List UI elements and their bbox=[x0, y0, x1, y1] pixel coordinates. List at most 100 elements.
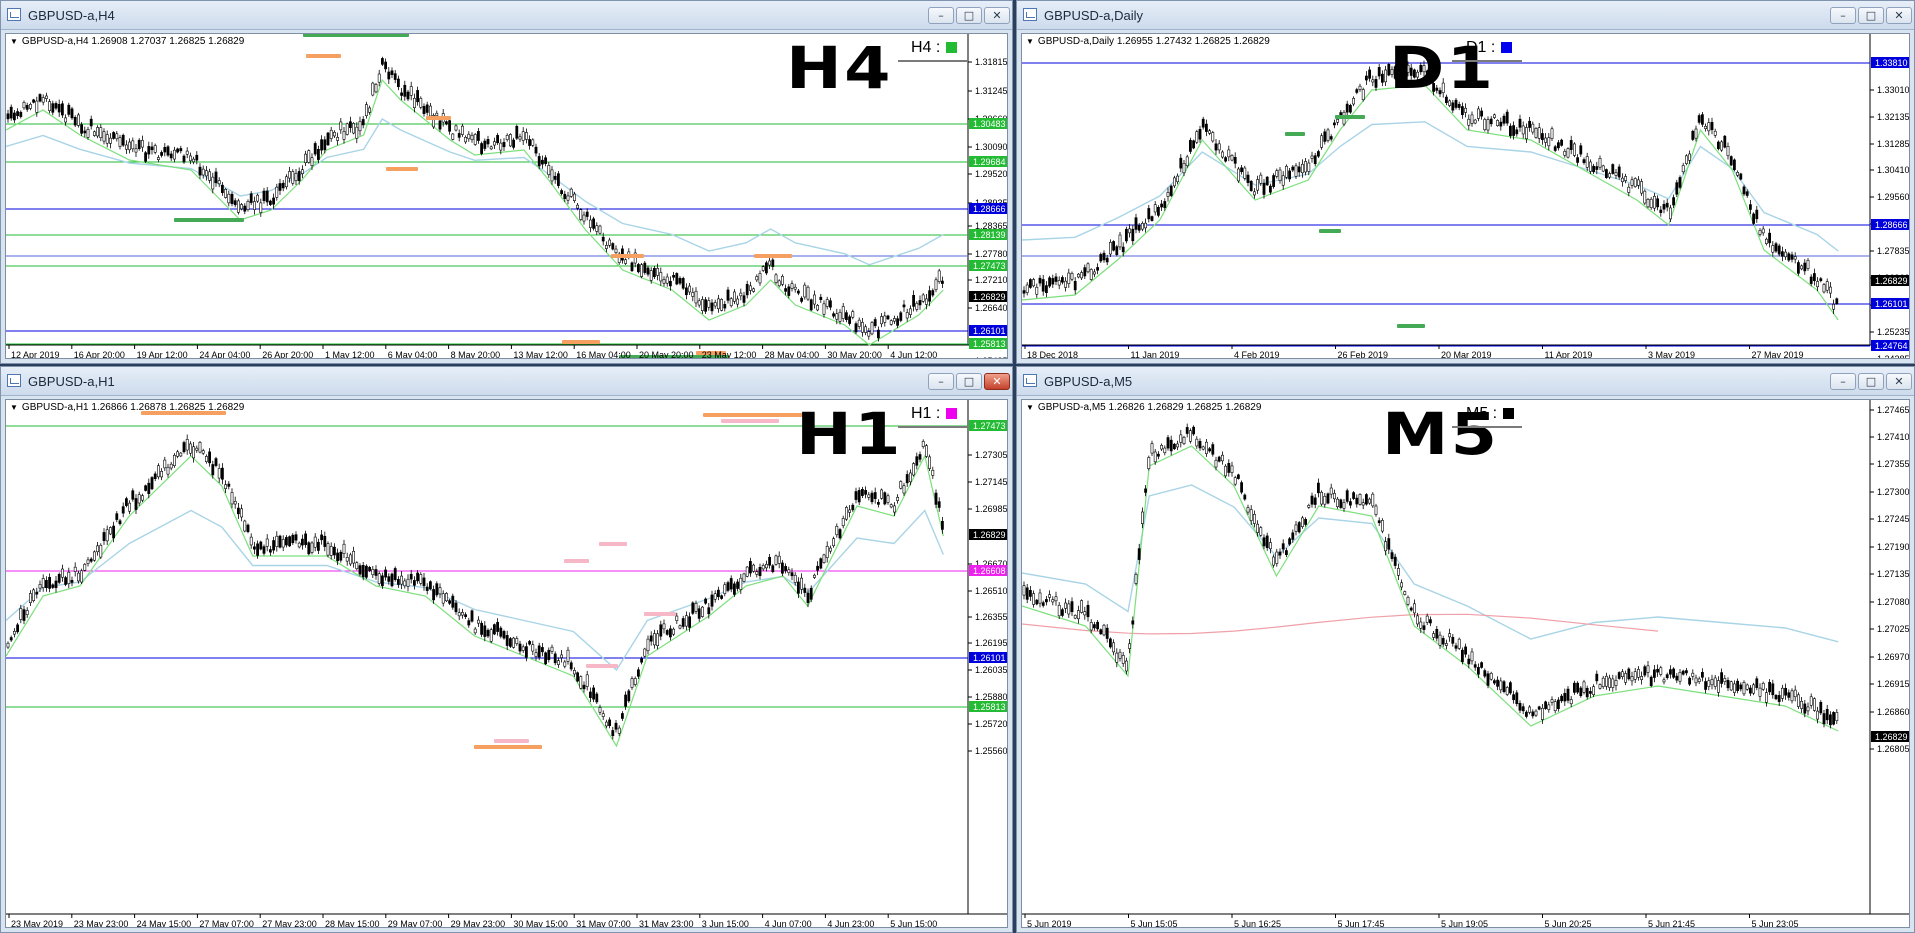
candle-body bbox=[115, 513, 119, 520]
candle-body bbox=[435, 583, 439, 596]
ma-slow-line bbox=[6, 509, 944, 672]
candle-body bbox=[531, 139, 535, 146]
close-button[interactable]: ✕ bbox=[1886, 373, 1912, 390]
maximize-button[interactable]: □ bbox=[956, 7, 982, 24]
candle-body bbox=[1329, 487, 1333, 495]
candle-body bbox=[121, 134, 125, 146]
candle-body bbox=[1649, 198, 1653, 208]
candle-body bbox=[540, 647, 544, 653]
candle-body bbox=[768, 556, 772, 566]
candle-body bbox=[1358, 494, 1362, 505]
chart-area-m5[interactable]: 1.27465 1.27410 1.27355 1.27300 1.27245 1.271… bbox=[1021, 399, 1910, 928]
candle-body bbox=[864, 326, 868, 333]
candle-body bbox=[892, 505, 896, 513]
dropdown-triangle-icon[interactable]: ▼ bbox=[1026, 37, 1034, 46]
candle-body bbox=[1147, 457, 1151, 469]
candle-body bbox=[294, 173, 298, 181]
candle-body bbox=[1547, 137, 1551, 147]
candle-body bbox=[246, 201, 250, 210]
candle-body bbox=[1256, 179, 1260, 191]
candle-body bbox=[758, 567, 762, 576]
window-m5[interactable]: GBPUSD-a,M5 – □ ✕ 1.27465 1.27410 1.27355 1… bbox=[1016, 366, 1915, 933]
chart-icon bbox=[1023, 374, 1037, 387]
price-tick-label: 1.26035 bbox=[975, 665, 1008, 675]
candle-body bbox=[355, 562, 359, 570]
candle-body bbox=[656, 268, 660, 276]
candle-body bbox=[1029, 590, 1032, 597]
candle-body bbox=[1425, 615, 1429, 623]
titlebar-h4[interactable]: GBPUSD-a,H4 – □ ✕ bbox=[1, 1, 1012, 30]
candle-body bbox=[524, 132, 528, 140]
zone-marker bbox=[426, 116, 451, 120]
candle-body bbox=[1361, 89, 1365, 101]
maximize-button[interactable]: □ bbox=[956, 373, 982, 390]
titlebar-h1[interactable]: GBPUSD-a,H1 – □ ✕ bbox=[1, 367, 1012, 396]
candle-body bbox=[1396, 568, 1400, 576]
candle-body bbox=[89, 558, 93, 562]
candle-body bbox=[1803, 703, 1807, 714]
candle-body bbox=[755, 276, 759, 281]
candle-body bbox=[83, 130, 87, 134]
candle-body bbox=[1560, 695, 1564, 702]
candle-body bbox=[1221, 454, 1224, 462]
price-tag-label: 1.26608 bbox=[973, 566, 1006, 576]
candle-body bbox=[1051, 599, 1055, 603]
candle-body bbox=[1329, 136, 1333, 140]
minimize-button[interactable]: – bbox=[928, 373, 954, 390]
candle-body bbox=[729, 298, 733, 307]
titlebar-m5[interactable]: GBPUSD-a,M5 – □ ✕ bbox=[1017, 367, 1914, 396]
candle-body bbox=[1304, 519, 1308, 525]
candle-body bbox=[464, 614, 468, 617]
timeframe-handwritten-label: H4 bbox=[786, 34, 893, 102]
close-button[interactable]: ✕ bbox=[984, 373, 1010, 390]
candle-body bbox=[1649, 676, 1653, 686]
close-button[interactable]: ✕ bbox=[984, 7, 1010, 24]
minimize-button[interactable]: – bbox=[1830, 7, 1856, 24]
candle-body bbox=[428, 105, 432, 117]
titlebar-d1[interactable]: GBPUSD-a,Daily – □ ✕ bbox=[1017, 1, 1914, 30]
candle-body bbox=[1038, 592, 1042, 604]
candle-body bbox=[268, 200, 272, 205]
candle-body bbox=[227, 193, 231, 204]
candle-body bbox=[380, 575, 384, 587]
dropdown-triangle-icon[interactable]: ▼ bbox=[10, 37, 18, 46]
candle-body bbox=[1470, 114, 1474, 124]
candle-body bbox=[1476, 667, 1480, 675]
maximize-button[interactable]: □ bbox=[1858, 373, 1884, 390]
candle-body bbox=[1153, 204, 1157, 213]
minimize-button[interactable]: – bbox=[928, 7, 954, 24]
candle-body bbox=[1451, 636, 1455, 644]
candle-body bbox=[313, 143, 317, 155]
candle-body bbox=[870, 322, 874, 335]
chart-area-h4[interactable]: 1.318151.312451.306601.300901.295201.289… bbox=[5, 33, 1008, 359]
candle-body bbox=[800, 577, 804, 590]
candle-body bbox=[1137, 548, 1141, 560]
candle-body bbox=[1064, 280, 1068, 288]
minimize-button[interactable]: – bbox=[1830, 373, 1856, 390]
close-button[interactable]: ✕ bbox=[1886, 7, 1912, 24]
candle-body bbox=[793, 574, 797, 583]
candle-body bbox=[1524, 127, 1528, 140]
chart-area-h1[interactable]: 1.27305 1.27145 1.26985 1.26670 1.26510 1.263… bbox=[5, 399, 1008, 928]
candle-body bbox=[816, 305, 820, 311]
candle-body bbox=[1832, 304, 1836, 310]
window-h1[interactable]: GBPUSD-a,H1 – □ ✕ 1.27305 1.27145 1.26985 1… bbox=[0, 366, 1013, 933]
candle-body bbox=[1473, 664, 1477, 668]
candle-body bbox=[1560, 139, 1564, 146]
candle-body bbox=[659, 624, 663, 637]
candle-body bbox=[1067, 272, 1071, 284]
window-d1[interactable]: GBPUSD-a,Daily – □ ✕ 1.33010 1.32135 1.312… bbox=[1016, 0, 1915, 364]
maximize-button[interactable]: □ bbox=[1858, 7, 1884, 24]
price-tag-label: 1.27473 bbox=[973, 261, 1006, 271]
candle-body bbox=[1406, 596, 1410, 605]
window-h4[interactable]: GBPUSD-a,H4 – □ ✕ 1.318151.312451.306601… bbox=[0, 0, 1013, 364]
candle-body bbox=[326, 132, 330, 146]
candle-body bbox=[1454, 645, 1458, 649]
candle-body bbox=[291, 171, 295, 184]
timeframe-indicator-label: D1 : bbox=[1466, 39, 1496, 56]
dropdown-triangle-icon[interactable]: ▼ bbox=[1026, 403, 1034, 412]
candle-body bbox=[499, 627, 503, 637]
chart-area-d1[interactable]: 1.33010 1.32135 1.31285 1.30410 1.29560 1.286… bbox=[1021, 33, 1910, 359]
dropdown-triangle-icon[interactable]: ▼ bbox=[10, 403, 18, 412]
price-tick-label: 1.27780 bbox=[975, 249, 1008, 259]
